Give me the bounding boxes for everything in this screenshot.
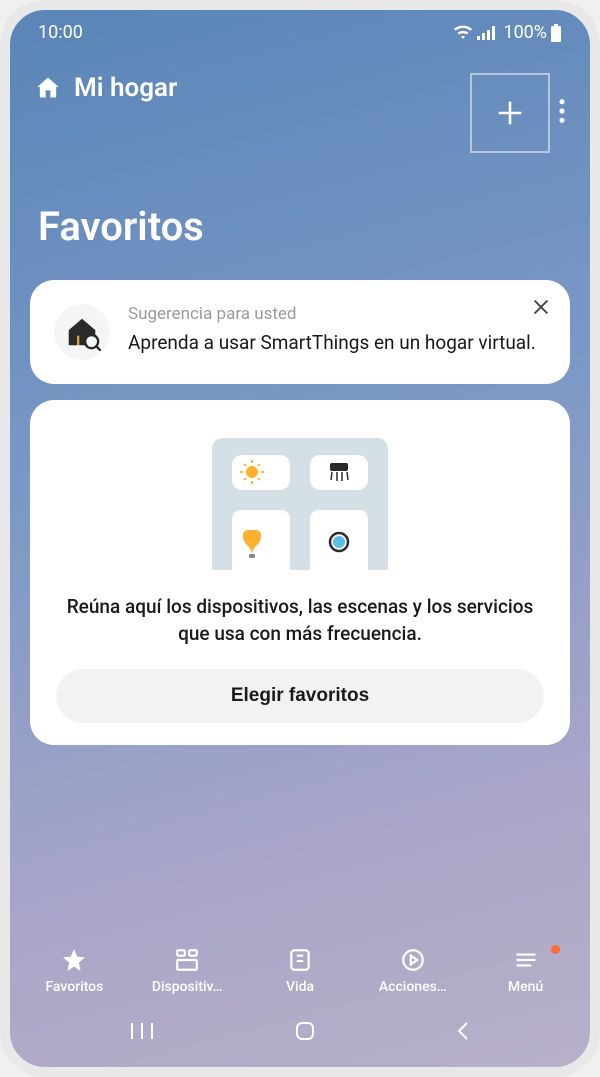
favorites-description: Reúna aquí los dispositivos, las escenas…: [56, 594, 544, 647]
house-search-icon: [63, 313, 101, 351]
more-vertical-icon: [558, 97, 566, 125]
recents-button[interactable]: [129, 1021, 155, 1045]
bottom-navigation: Favoritos Dispositiv… Vida Acciones… Men…: [10, 933, 590, 1003]
nav-devices[interactable]: Dispositiv…: [131, 947, 244, 995]
header-title: Mi hogar: [74, 73, 177, 103]
suggestion-text: Sugerencia para usted Aprenda a usar Sma…: [128, 304, 546, 356]
home-icon: [34, 74, 62, 102]
nav-label: Favoritos: [45, 979, 103, 995]
favorites-illustration: [170, 430, 430, 570]
header-left[interactable]: Mi hogar: [34, 73, 177, 103]
phone-frame: 10:00 100% Mi hogar Favoritos: [0, 0, 600, 1077]
recents-icon: [129, 1021, 155, 1041]
close-icon: [530, 296, 552, 318]
battery-percent: 100%: [503, 22, 547, 43]
home-nav-icon: [293, 1019, 317, 1043]
plus-icon: [493, 96, 527, 130]
status-bar: 10:00 100%: [10, 10, 590, 43]
back-icon: [455, 1019, 471, 1043]
nav-label: Acciones…: [379, 979, 447, 995]
app-header: Mi hogar: [10, 43, 590, 153]
suggestion-card[interactable]: Sugerencia para usted Aprenda a usar Sma…: [30, 280, 570, 384]
grid-icon: [174, 947, 200, 973]
nav-label: Dispositiv…: [152, 979, 223, 995]
nav-life[interactable]: Vida: [244, 947, 357, 995]
suggestion-description: Aprenda a usar SmartThings en un hogar v…: [128, 330, 546, 356]
nav-label: Menú: [508, 979, 543, 995]
page-title: Favoritos: [10, 153, 590, 280]
star-icon: [61, 947, 87, 973]
signal-icon: [476, 25, 496, 41]
close-suggestion-button[interactable]: [530, 296, 552, 322]
wifi-icon: [453, 25, 473, 41]
favorites-empty-card: Reúna aquí los dispositivos, las escenas…: [30, 400, 570, 745]
more-button[interactable]: [558, 87, 566, 139]
status-time: 10:00: [38, 22, 83, 43]
system-navigation: [10, 1003, 590, 1067]
status-indicators: 100%: [453, 22, 562, 43]
nav-label: Vida: [286, 979, 314, 995]
home-button[interactable]: [293, 1019, 317, 1047]
suggestion-label: Sugerencia para usted: [128, 304, 546, 324]
suggestion-icon-wrap: [54, 304, 110, 360]
nav-favorites[interactable]: Favoritos: [18, 947, 131, 995]
notification-dot: [551, 945, 560, 954]
life-icon: [287, 947, 313, 973]
battery-icon: [550, 24, 562, 42]
header-actions: [470, 73, 566, 153]
choose-favorites-button[interactable]: Elegir favoritos: [56, 669, 544, 723]
nav-menu[interactable]: Menú: [469, 947, 582, 995]
add-button[interactable]: [470, 73, 550, 153]
menu-icon: [513, 947, 539, 973]
play-circle-icon: [400, 947, 426, 973]
back-button[interactable]: [455, 1019, 471, 1047]
content-area: Sugerencia para usted Aprenda a usar Sma…: [10, 280, 590, 933]
nav-routines[interactable]: Acciones…: [356, 947, 469, 995]
